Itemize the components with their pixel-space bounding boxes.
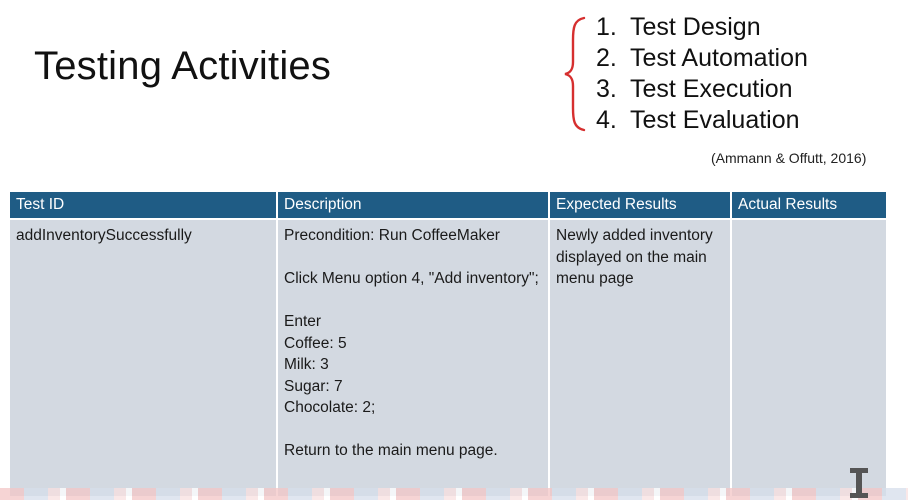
description-step-click: Click Menu option 4, "Add inventory"; bbox=[284, 270, 539, 287]
table-row: addInventorySuccessfully Precondition: R… bbox=[10, 220, 886, 496]
activity-label: Test Execution bbox=[630, 75, 793, 103]
description-enter: Enter bbox=[284, 313, 322, 330]
column-header-expected-results: Expected Results bbox=[550, 192, 730, 220]
text-cursor-icon bbox=[850, 468, 868, 498]
citation: (Ammann & Offutt, 2016) bbox=[711, 150, 867, 166]
slide-title: Testing Activities bbox=[34, 44, 332, 88]
cell-actual-results bbox=[732, 220, 886, 496]
column-header-actual-results: Actual Results bbox=[732, 192, 886, 220]
description-milk: Milk: 3 bbox=[284, 356, 329, 373]
activity-item: 3. Test Execution bbox=[596, 74, 808, 105]
activity-label: Test Automation bbox=[630, 44, 808, 72]
description-chocolate: Chocolate: 2; bbox=[284, 399, 376, 416]
cell-test-id: addInventorySuccessfully bbox=[10, 220, 276, 496]
description-sugar: Sugar: 7 bbox=[284, 377, 343, 395]
activities-list: 1. Test Design 2. Test Automation 3. Test E… bbox=[596, 12, 808, 136]
activity-number: 2. bbox=[596, 44, 617, 72]
cell-expected-results: Newly added inventory displayed on the m… bbox=[550, 220, 730, 496]
activity-item: 2. Test Automation bbox=[596, 43, 808, 74]
description-return: Return to the main menu page. bbox=[284, 442, 498, 459]
cell-description: Precondition: Run CoffeeMaker Click Menu… bbox=[278, 220, 548, 496]
description-precondition: Precondition: Run CoffeeMaker bbox=[284, 227, 500, 244]
description-coffee: Coffee: 5 bbox=[284, 334, 347, 352]
column-header-description: Description bbox=[278, 192, 548, 220]
activity-label: Test Evaluation bbox=[630, 106, 800, 134]
activity-item: 4. Test Evaluation bbox=[596, 105, 808, 136]
slide: Testing Activities 1. Test Design 2. Test … bbox=[0, 0, 908, 500]
curly-brace-icon bbox=[564, 16, 586, 132]
column-header-test-id: Test ID bbox=[10, 192, 276, 220]
activity-item: 1. Test Design bbox=[596, 12, 808, 43]
activity-number: 4. bbox=[596, 106, 617, 134]
activity-number: 3. bbox=[596, 75, 617, 103]
activity-number: 1. bbox=[596, 13, 617, 41]
activity-label: Test Design bbox=[630, 13, 761, 41]
table-header-row: Test ID Description Expected Results Act… bbox=[10, 192, 886, 220]
test-case-table: Test ID Description Expected Results Act… bbox=[8, 192, 888, 496]
decorative-stripe bbox=[0, 488, 908, 500]
